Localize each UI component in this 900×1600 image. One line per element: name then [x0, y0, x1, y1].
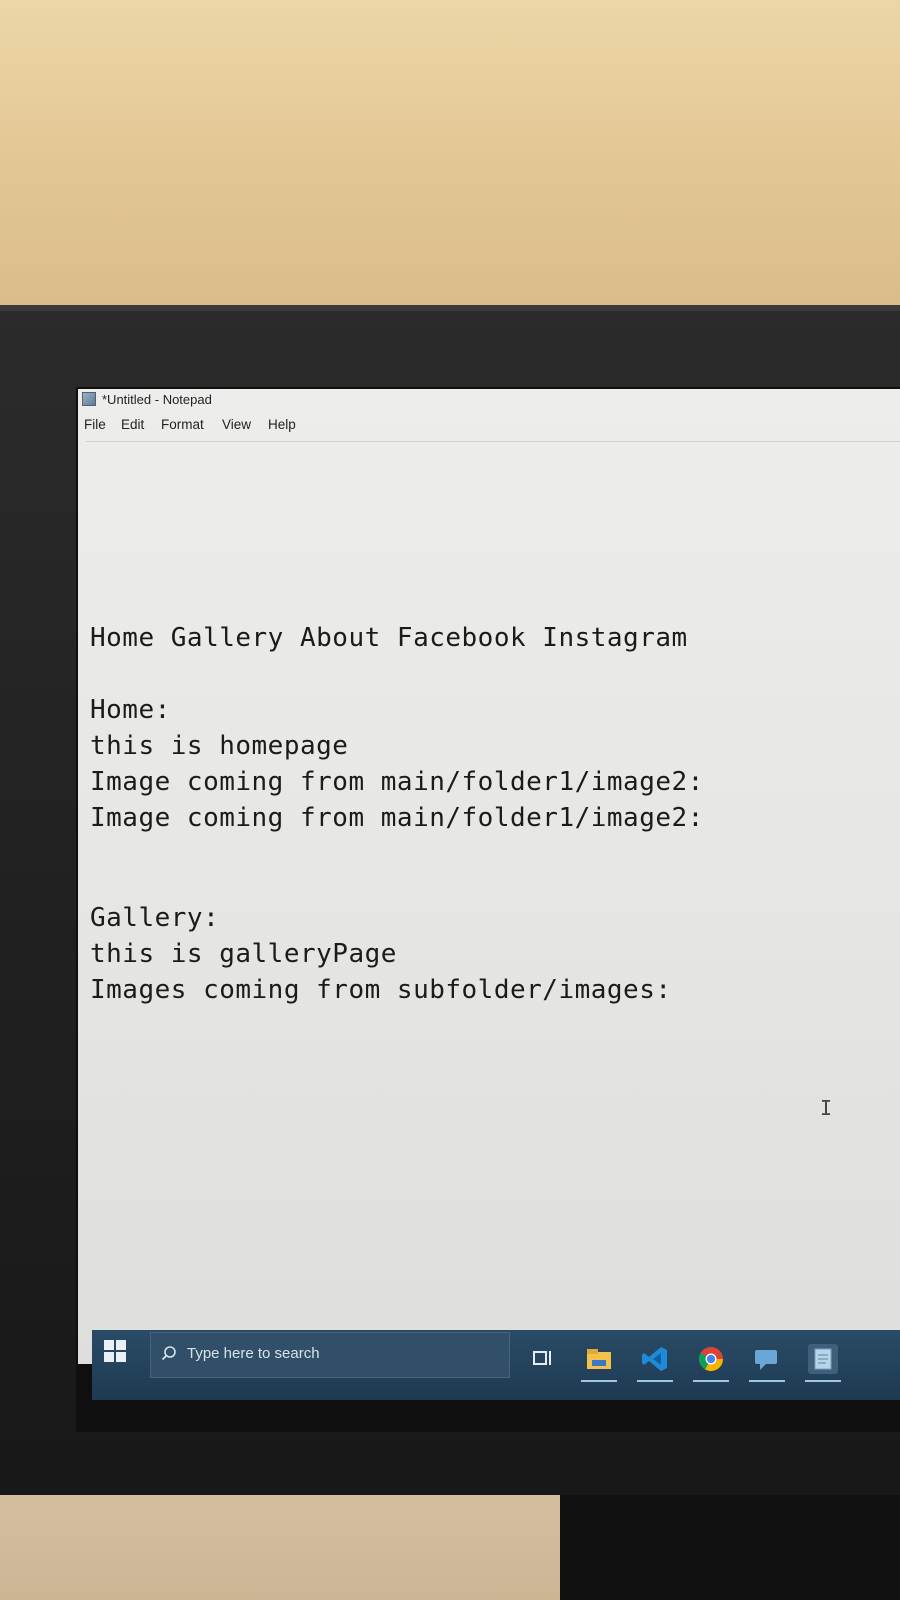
notepad-window: *Untitled - Notepad File Edit Format Vie… — [78, 389, 900, 1364]
text-line: this is galleryPage — [90, 939, 397, 969]
text-line: Home: — [90, 695, 171, 725]
menu-bar: File Edit Format View Help — [78, 415, 900, 437]
active-indicator — [637, 1380, 673, 1382]
title-bar[interactable]: *Untitled - Notepad — [78, 389, 900, 411]
notepad-icon — [82, 392, 96, 406]
monitor-top-edge — [0, 305, 900, 311]
text-line: Image coming from main/folder1/image2: — [90, 767, 704, 797]
menu-format[interactable]: Format — [161, 417, 204, 432]
search-icon — [161, 1346, 176, 1361]
text-line: Image coming from main/folder1/image2: — [90, 803, 704, 833]
menu-edit[interactable]: Edit — [121, 417, 144, 432]
menu-view[interactable]: View — [222, 417, 251, 432]
chrome-icon[interactable] — [696, 1344, 726, 1374]
vscode-icon[interactable] — [640, 1344, 670, 1374]
text-line: this is homepage — [90, 731, 349, 761]
background-wall — [0, 0, 900, 310]
menu-file[interactable]: File — [84, 417, 106, 432]
task-view-icon[interactable] — [528, 1344, 558, 1374]
window-title: *Untitled - Notepad — [102, 392, 212, 407]
active-indicator — [693, 1380, 729, 1382]
monitor-stand — [560, 1495, 900, 1600]
notepad-taskbar-icon[interactable] — [808, 1344, 838, 1374]
text-cursor-icon: I — [820, 1096, 833, 1120]
menu-divider — [86, 441, 900, 442]
taskbar-search[interactable]: Type here to search — [150, 1332, 510, 1378]
active-indicator — [749, 1380, 785, 1382]
active-indicator — [805, 1380, 841, 1382]
active-indicator — [581, 1380, 617, 1382]
taskbar: Type here to search — [92, 1330, 900, 1400]
menu-help[interactable]: Help — [268, 417, 296, 432]
text-line: Gallery: — [90, 903, 220, 933]
text-editor[interactable]: Home Gallery About Facebook Instagram Ho… — [78, 443, 900, 1323]
search-placeholder: Type here to search — [187, 1345, 320, 1362]
feedback-icon[interactable] — [752, 1344, 782, 1374]
text-line: Images coming from subfolder/images: — [90, 975, 672, 1005]
text-line: Home Gallery About Facebook Instagram — [90, 623, 688, 653]
file-explorer-icon[interactable] — [584, 1344, 614, 1374]
windows-start-icon[interactable] — [104, 1340, 128, 1364]
